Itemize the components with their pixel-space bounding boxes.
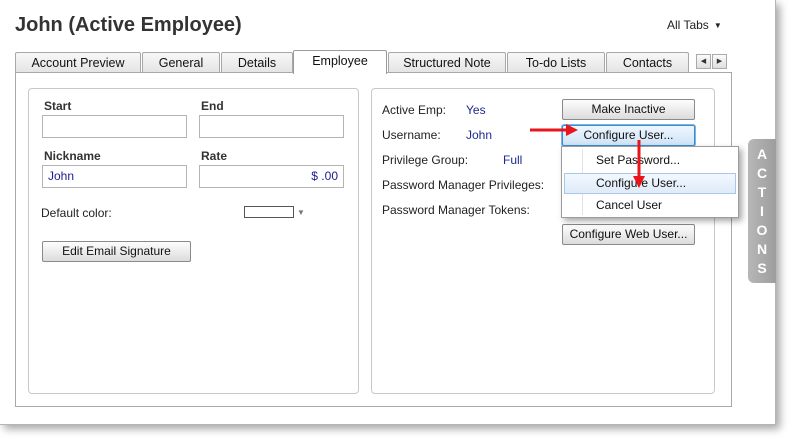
chevron-down-icon: ▼ [713, 21, 722, 30]
menu-item-configure-user[interactable]: Configure User... [564, 173, 736, 194]
tab-scroll-right-icon[interactable]: ▶ [712, 54, 727, 69]
tab-account-preview[interactable]: Account Preview [15, 52, 141, 73]
actions-side-tab[interactable]: A C T I O N S [748, 139, 776, 283]
configure-user-menu: Set Password... Configure User... Cancel… [561, 146, 739, 218]
nickname-field[interactable]: John [42, 165, 187, 188]
actions-letter: C [756, 164, 768, 181]
rate-field[interactable]: $ .00 [199, 165, 344, 188]
page-title: John (Active Employee) [15, 14, 242, 36]
tab-general[interactable]: General [142, 52, 220, 73]
active-emp-value: Yes [466, 103, 486, 117]
all-tabs-dropdown[interactable]: All Tabs ▼ [667, 18, 722, 32]
tab-content: Start End Nickname John Rate $ .00 Defau… [15, 72, 732, 407]
tab-structured-note[interactable]: Structured Note [388, 52, 506, 73]
password-manager-tokens-label: Password Manager Tokens: [382, 203, 530, 217]
menu-item-cancel-user[interactable]: Cancel User [564, 195, 736, 216]
employee-details-panel: Start End Nickname John Rate $ .00 Defau… [28, 88, 359, 394]
username-value: John [466, 128, 493, 142]
make-inactive-button[interactable]: Make Inactive [562, 99, 695, 120]
privilege-group-label: Privilege Group: [382, 153, 469, 167]
password-manager-privileges-label: Password Manager Privileges: [382, 178, 545, 192]
start-label: Start [44, 99, 72, 113]
configure-web-user-button[interactable]: Configure Web User... [562, 224, 695, 245]
end-label: End [201, 99, 224, 113]
employee-window: John (Active Employee) All Tabs ▼ Account… [0, 0, 776, 425]
nickname-label: Nickname [44, 149, 101, 163]
actions-letter: A [756, 145, 768, 162]
username-label: Username: [382, 128, 441, 142]
rate-label: Rate [201, 149, 228, 163]
all-tabs-label: All Tabs [667, 18, 709, 32]
actions-letter: S [757, 259, 767, 276]
menu-item-set-password[interactable]: Set Password... [564, 150, 736, 171]
tab-employee[interactable]: Employee [293, 50, 387, 74]
actions-letter: O [756, 221, 768, 238]
annotation-arrow-right-icon [530, 124, 578, 136]
default-color-swatch[interactable] [244, 206, 294, 218]
tab-todo-lists[interactable]: To-do Lists [507, 52, 605, 73]
chevron-down-icon[interactable]: ▼ [297, 208, 305, 217]
default-color-label: Default color: [41, 206, 112, 220]
tab-details[interactable]: Details [221, 52, 293, 73]
end-date-field[interactable] [199, 115, 344, 138]
tab-scroll-left-icon[interactable]: ◀ [696, 54, 711, 69]
configure-user-button[interactable]: Configure User... [562, 125, 695, 146]
actions-letter: I [760, 202, 764, 219]
annotation-arrow-down-icon [633, 140, 645, 188]
start-date-field[interactable] [42, 115, 187, 138]
active-emp-label: Active Emp: [382, 103, 447, 117]
privilege-group-value: Full [503, 153, 523, 167]
actions-letter: N [756, 240, 768, 257]
edit-email-signature-button[interactable]: Edit Email Signature [42, 241, 191, 262]
tab-contacts[interactable]: Contacts [606, 52, 689, 73]
actions-letter: T [757, 183, 767, 200]
